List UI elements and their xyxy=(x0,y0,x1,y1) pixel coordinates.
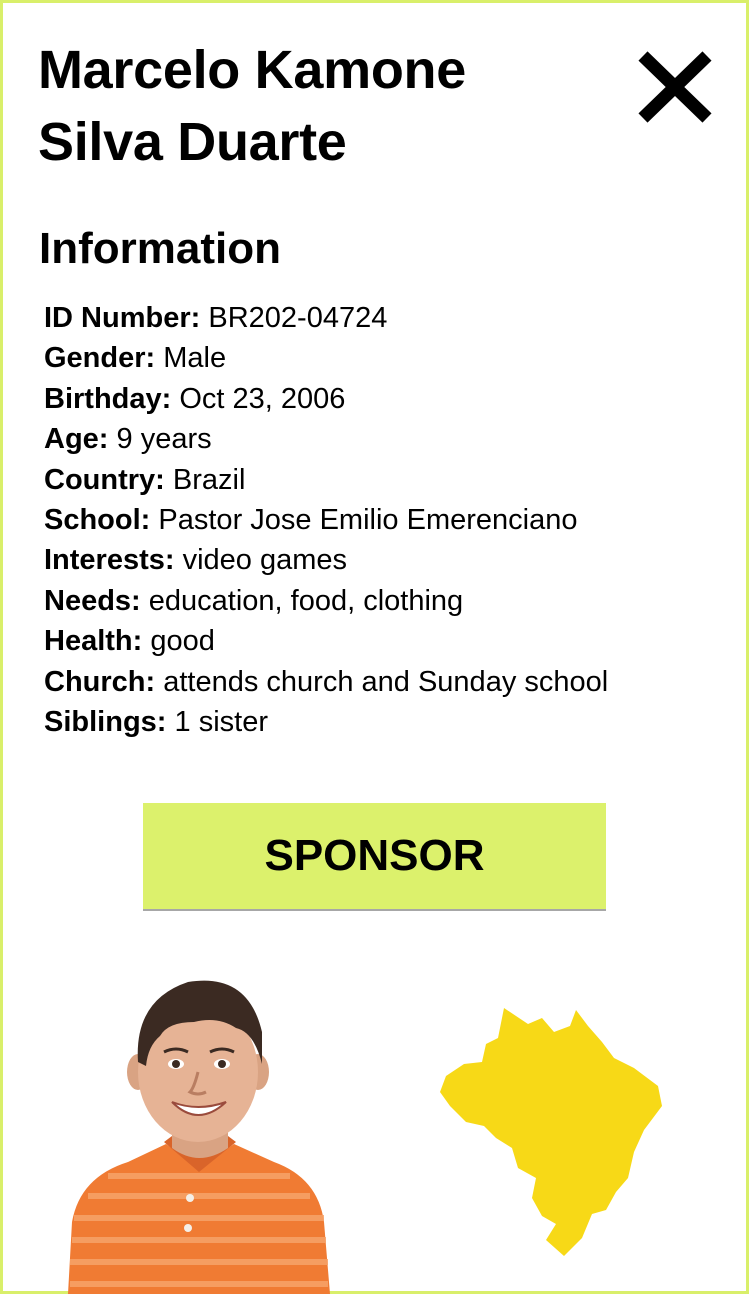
child-name-line1: Marcelo Kamone xyxy=(38,40,466,100)
brazil-map xyxy=(440,1008,662,1256)
info-value: BR202-04724 xyxy=(208,302,388,334)
info-label: Interests: xyxy=(44,544,175,577)
info-row-birthday: Birthday: Oct 23, 2006 xyxy=(44,379,608,419)
info-list: ID Number: BR202-04724 Gender: Male Birt… xyxy=(44,298,608,742)
info-label: Siblings: xyxy=(44,706,167,739)
info-label: Church: xyxy=(44,665,156,698)
info-value: good xyxy=(150,625,215,658)
info-label: ID Number: xyxy=(44,302,201,334)
info-label: Gender: xyxy=(44,342,156,375)
info-label: Birthday: xyxy=(44,382,172,415)
info-value: attends church and Sunday school xyxy=(163,665,609,698)
info-value: Brazil xyxy=(172,463,246,496)
child-name-line2: Silva Duarte xyxy=(38,112,347,172)
info-value: Oct 23, 2006 xyxy=(179,382,346,415)
info-label: Health: xyxy=(44,625,143,658)
info-row-church: Church: attends church and Sunday school xyxy=(44,662,608,702)
info-value: 1 sister xyxy=(174,706,268,739)
info-label: Age: xyxy=(44,423,109,456)
info-value: 9 years xyxy=(116,423,212,456)
info-label: Needs: xyxy=(44,584,141,617)
info-label: Country: xyxy=(44,463,165,496)
child-photo xyxy=(68,980,330,1294)
info-row-school: School: Pastor Jose Emilio Emerenciano xyxy=(44,500,608,540)
info-row-interests: Interests: video games xyxy=(44,540,608,580)
info-row-id: ID Number: BR202-04724 xyxy=(44,298,608,338)
info-value: Male xyxy=(163,342,227,375)
info-row-health: Health: good xyxy=(44,621,608,661)
info-value: education, food, clothing xyxy=(148,584,464,617)
info-value: video games xyxy=(182,544,348,577)
sponsor-button[interactable]: SPONSOR xyxy=(143,803,606,909)
close-icon xyxy=(638,51,712,123)
info-row-age: Age: 9 years xyxy=(44,419,608,459)
close-button[interactable] xyxy=(634,48,716,126)
info-row-siblings: Siblings: 1 sister xyxy=(44,702,608,742)
info-row-gender: Gender: Male xyxy=(44,338,608,378)
info-row-needs: Needs: education, food, clothing xyxy=(44,581,608,621)
section-title: Information xyxy=(39,224,281,273)
info-value: Pastor Jose Emilio Emerenciano xyxy=(158,504,578,537)
child-name: Marcelo Kamone Silva Duarte xyxy=(38,34,466,178)
info-label: School: xyxy=(44,504,151,537)
info-row-country: Country: Brazil xyxy=(44,460,608,500)
